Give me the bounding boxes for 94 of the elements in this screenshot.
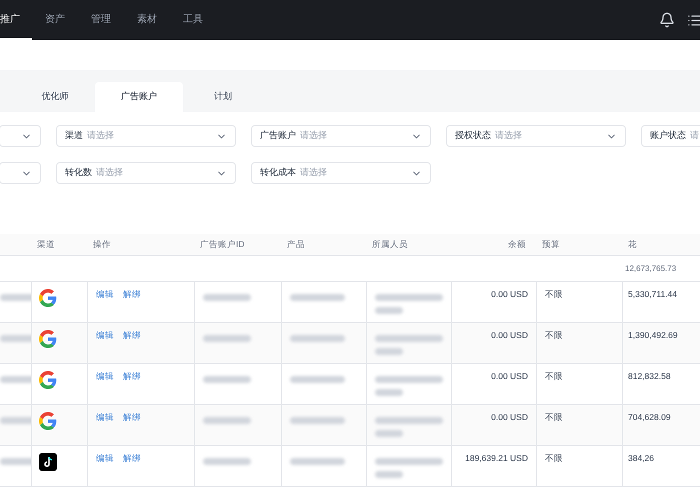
list-menu-icon[interactable] bbox=[687, 12, 700, 28]
budget-text: 不限 bbox=[545, 412, 563, 422]
spend-text: 812,832.58 bbox=[628, 371, 671, 381]
field-label: 转化数 bbox=[65, 166, 92, 180]
nav-tab[interactable]: 管理 bbox=[78, 0, 124, 40]
blurred-text bbox=[375, 294, 443, 301]
field-label: 转化成本 bbox=[260, 166, 296, 180]
column-header: 操作 bbox=[93, 239, 111, 250]
budget-text: 不限 bbox=[545, 289, 563, 299]
column-header: 产品 bbox=[287, 239, 305, 250]
action-link[interactable]: 编辑 bbox=[96, 411, 114, 424]
google-logo-icon bbox=[39, 289, 57, 307]
blurred-text bbox=[375, 389, 403, 396]
blurred-text bbox=[290, 294, 345, 301]
field-placeholder: 请选择 bbox=[300, 129, 327, 142]
nav-tab[interactable]: 素材 bbox=[124, 0, 170, 40]
select-field[interactable] bbox=[0, 125, 41, 147]
spend-text: 1,390,492.69 bbox=[628, 330, 678, 340]
action-link[interactable]: 编辑 bbox=[96, 370, 114, 383]
blurred-text bbox=[375, 430, 403, 437]
google-logo-icon bbox=[39, 371, 57, 389]
spend-text: 384,26 bbox=[628, 453, 654, 463]
budget-text: 不限 bbox=[545, 371, 563, 381]
action-link[interactable]: 解绑 bbox=[123, 411, 141, 424]
blurred-text bbox=[0, 335, 31, 342]
blurred-text bbox=[375, 376, 443, 383]
balance-text: 0.00 USD bbox=[491, 412, 528, 422]
blurred-text bbox=[0, 417, 31, 424]
blurred-text bbox=[290, 376, 345, 383]
column-header: 余额 bbox=[508, 239, 526, 250]
field-placeholder: 请 bbox=[690, 129, 699, 142]
select-field[interactable]: 广告账户 请选择 bbox=[251, 125, 431, 147]
blurred-text bbox=[375, 471, 403, 478]
column-header: 所属人员 bbox=[372, 239, 408, 250]
action-link[interactable]: 编辑 bbox=[96, 329, 114, 342]
notification-bell-icon[interactable] bbox=[659, 12, 675, 28]
spend-text: 5,330,711.44 bbox=[628, 289, 677, 299]
total-spend: 12,673,765.73 bbox=[624, 262, 678, 274]
blurred-text bbox=[375, 348, 403, 355]
select-field[interactable]: 渠道 请选择 bbox=[56, 125, 236, 147]
nav-tab[interactable]: 推广 bbox=[0, 0, 32, 40]
field-placeholder: 请选择 bbox=[300, 166, 327, 180]
action-link[interactable]: 解绑 bbox=[123, 329, 141, 342]
blurred-text bbox=[290, 458, 345, 465]
field-label: 广告账户 bbox=[260, 129, 296, 142]
field-label: 授权状态 bbox=[455, 129, 491, 142]
blurred-text bbox=[203, 335, 251, 342]
blurred-text bbox=[375, 458, 443, 465]
field-placeholder: 请选择 bbox=[96, 166, 123, 180]
tab[interactable]: 计划 bbox=[183, 82, 263, 112]
field-placeholder: 请选择 bbox=[87, 129, 114, 142]
action-link[interactable]: 编辑 bbox=[96, 452, 114, 465]
column-header: 渠道 bbox=[37, 239, 55, 250]
blurred-text bbox=[375, 417, 443, 424]
spend-text: 704,628.09 bbox=[628, 412, 671, 422]
blurred-text bbox=[203, 376, 251, 383]
select-field[interactable]: 转化数 请选择 bbox=[56, 162, 236, 184]
action-link[interactable]: 解绑 bbox=[123, 370, 141, 383]
tab[interactable]: 广告账户 bbox=[95, 82, 183, 112]
field-label: 账户状态 bbox=[650, 129, 686, 142]
field-label: 渠道 bbox=[65, 129, 83, 142]
column-header: 花 bbox=[628, 239, 637, 250]
balance-text: 0.00 USD bbox=[491, 371, 528, 381]
budget-text: 不限 bbox=[545, 330, 563, 340]
nav-tab[interactable]: 工具 bbox=[170, 0, 216, 40]
nav-tab[interactable]: 资产 bbox=[32, 0, 78, 40]
select-field[interactable] bbox=[0, 162, 41, 184]
field-placeholder: 请选择 bbox=[495, 129, 522, 142]
blurred-text bbox=[0, 458, 31, 465]
select-field[interactable]: 转化成本 请选择 bbox=[251, 162, 431, 184]
blurred-text bbox=[203, 294, 251, 301]
blurred-text bbox=[375, 307, 403, 314]
select-field[interactable]: 账户状态 请 bbox=[641, 125, 700, 147]
blurred-text bbox=[290, 335, 345, 342]
budget-text: 不限 bbox=[545, 453, 563, 463]
blurred-text bbox=[0, 294, 31, 301]
blurred-text bbox=[290, 417, 345, 424]
balance-text: 0.00 USD bbox=[491, 330, 528, 340]
balance-text: 0.00 USD bbox=[491, 289, 528, 299]
blurred-text bbox=[203, 458, 251, 465]
blurred-text bbox=[375, 335, 443, 342]
blurred-text bbox=[0, 376, 31, 383]
blurred-text bbox=[203, 417, 251, 424]
google-logo-icon bbox=[39, 412, 57, 430]
music-note-logo-icon bbox=[39, 453, 57, 471]
action-link[interactable]: 解绑 bbox=[123, 452, 141, 465]
action-link[interactable]: 解绑 bbox=[123, 288, 141, 301]
balance-text: 189,639.21 USD bbox=[465, 453, 528, 463]
action-link[interactable]: 编辑 bbox=[96, 288, 114, 301]
select-field[interactable]: 授权状态 请选择 bbox=[446, 125, 626, 147]
google-logo-icon bbox=[39, 330, 57, 348]
column-header: 预算 bbox=[542, 239, 560, 250]
column-header: 广告账户ID bbox=[200, 239, 244, 250]
tab[interactable]: 优化师 bbox=[15, 82, 95, 112]
